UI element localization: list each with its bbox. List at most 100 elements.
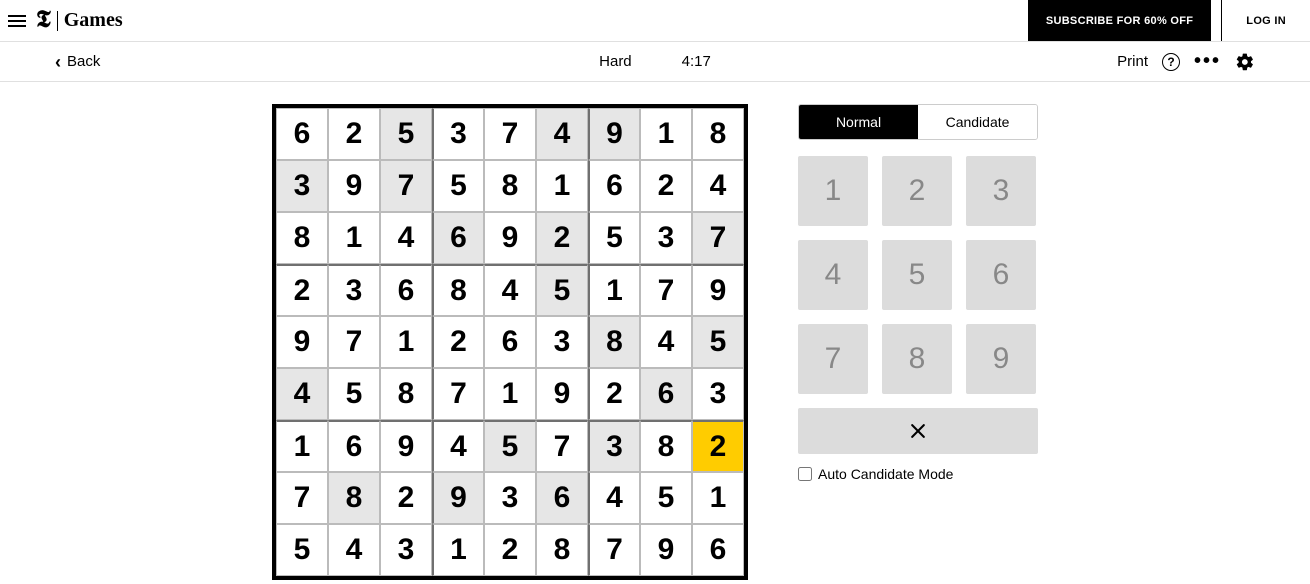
cell-5-4[interactable]: 1 xyxy=(484,368,536,420)
cell-0-4[interactable]: 7 xyxy=(484,108,536,160)
cell-7-2[interactable]: 2 xyxy=(380,472,432,524)
cell-3-2[interactable]: 6 xyxy=(380,264,432,316)
cell-0-8[interactable]: 8 xyxy=(692,108,744,160)
cell-8-0[interactable]: 5 xyxy=(276,524,328,576)
print-button[interactable]: Print xyxy=(1117,53,1148,70)
cell-6-1[interactable]: 6 xyxy=(328,420,380,472)
cell-4-0[interactable]: 9 xyxy=(276,316,328,368)
cell-2-0[interactable]: 8 xyxy=(276,212,328,264)
back-button[interactable]: ‹ Back xyxy=(55,53,100,71)
cell-3-1[interactable]: 3 xyxy=(328,264,380,316)
cell-4-1[interactable]: 7 xyxy=(328,316,380,368)
cell-1-7[interactable]: 2 xyxy=(640,160,692,212)
cell-8-8[interactable]: 6 xyxy=(692,524,744,576)
key-9[interactable]: 9 xyxy=(966,324,1036,394)
cell-7-5[interactable]: 6 xyxy=(536,472,588,524)
cell-8-1[interactable]: 4 xyxy=(328,524,380,576)
mode-normal-button[interactable]: Normal xyxy=(799,105,918,139)
key-7[interactable]: 7 xyxy=(798,324,868,394)
cell-8-3[interactable]: 1 xyxy=(432,524,484,576)
key-3[interactable]: 3 xyxy=(966,156,1036,226)
cell-7-4[interactable]: 3 xyxy=(484,472,536,524)
cell-7-0[interactable]: 7 xyxy=(276,472,328,524)
cell-2-2[interactable]: 4 xyxy=(380,212,432,264)
cell-6-4[interactable]: 5 xyxy=(484,420,536,472)
cell-2-8[interactable]: 7 xyxy=(692,212,744,264)
more-icon[interactable]: ••• xyxy=(1194,50,1221,73)
cell-2-7[interactable]: 3 xyxy=(640,212,692,264)
cell-7-8[interactable]: 1 xyxy=(692,472,744,524)
cell-1-5[interactable]: 1 xyxy=(536,160,588,212)
cell-0-6[interactable]: 9 xyxy=(588,108,640,160)
auto-candidate-row[interactable]: Auto Candidate Mode xyxy=(798,466,1038,482)
cell-1-8[interactable]: 4 xyxy=(692,160,744,212)
cell-0-1[interactable]: 2 xyxy=(328,108,380,160)
cell-0-0[interactable]: 6 xyxy=(276,108,328,160)
cell-0-7[interactable]: 1 xyxy=(640,108,692,160)
cell-0-3[interactable]: 3 xyxy=(432,108,484,160)
cell-4-3[interactable]: 2 xyxy=(432,316,484,368)
cell-8-7[interactable]: 9 xyxy=(640,524,692,576)
cell-6-3[interactable]: 4 xyxy=(432,420,484,472)
cell-5-6[interactable]: 2 xyxy=(588,368,640,420)
cell-6-2[interactable]: 9 xyxy=(380,420,432,472)
cell-1-0[interactable]: 3 xyxy=(276,160,328,212)
cell-2-6[interactable]: 5 xyxy=(588,212,640,264)
cell-7-6[interactable]: 4 xyxy=(588,472,640,524)
cell-8-5[interactable]: 8 xyxy=(536,524,588,576)
cell-3-6[interactable]: 1 xyxy=(588,264,640,316)
brand-logo[interactable]: 𝕿 Games xyxy=(36,7,123,34)
cell-1-4[interactable]: 8 xyxy=(484,160,536,212)
cell-5-0[interactable]: 4 xyxy=(276,368,328,420)
cell-5-7[interactable]: 6 xyxy=(640,368,692,420)
cell-5-5[interactable]: 9 xyxy=(536,368,588,420)
cell-4-5[interactable]: 3 xyxy=(536,316,588,368)
cell-4-6[interactable]: 8 xyxy=(588,316,640,368)
mode-candidate-button[interactable]: Candidate xyxy=(918,105,1037,139)
cell-7-1[interactable]: 8 xyxy=(328,472,380,524)
login-button[interactable]: LOG IN xyxy=(1221,0,1310,41)
cell-5-2[interactable]: 8 xyxy=(380,368,432,420)
key-6[interactable]: 6 xyxy=(966,240,1036,310)
hamburger-icon[interactable] xyxy=(8,12,26,30)
cell-2-4[interactable]: 9 xyxy=(484,212,536,264)
cell-8-6[interactable]: 7 xyxy=(588,524,640,576)
cell-5-3[interactable]: 7 xyxy=(432,368,484,420)
subscribe-button[interactable]: SUBSCRIBE FOR 60% OFF xyxy=(1028,0,1211,41)
help-icon[interactable]: ? xyxy=(1162,53,1180,71)
cell-7-7[interactable]: 5 xyxy=(640,472,692,524)
auto-candidate-checkbox[interactable] xyxy=(798,467,812,481)
cell-0-5[interactable]: 4 xyxy=(536,108,588,160)
erase-button[interactable] xyxy=(798,408,1038,454)
cell-6-8[interactable]: 2 xyxy=(692,420,744,472)
cell-2-3[interactable]: 6 xyxy=(432,212,484,264)
cell-0-2[interactable]: 5 xyxy=(380,108,432,160)
cell-4-7[interactable]: 4 xyxy=(640,316,692,368)
cell-5-1[interactable]: 5 xyxy=(328,368,380,420)
cell-3-3[interactable]: 8 xyxy=(432,264,484,316)
cell-2-1[interactable]: 1 xyxy=(328,212,380,264)
cell-1-1[interactable]: 9 xyxy=(328,160,380,212)
key-1[interactable]: 1 xyxy=(798,156,868,226)
cell-6-5[interactable]: 7 xyxy=(536,420,588,472)
cell-6-7[interactable]: 8 xyxy=(640,420,692,472)
cell-8-4[interactable]: 2 xyxy=(484,524,536,576)
cell-7-3[interactable]: 9 xyxy=(432,472,484,524)
cell-3-5[interactable]: 5 xyxy=(536,264,588,316)
cell-1-2[interactable]: 7 xyxy=(380,160,432,212)
key-8[interactable]: 8 xyxy=(882,324,952,394)
cell-4-8[interactable]: 5 xyxy=(692,316,744,368)
key-5[interactable]: 5 xyxy=(882,240,952,310)
key-2[interactable]: 2 xyxy=(882,156,952,226)
cell-6-6[interactable]: 3 xyxy=(588,420,640,472)
cell-3-4[interactable]: 4 xyxy=(484,264,536,316)
cell-1-6[interactable]: 6 xyxy=(588,160,640,212)
cell-3-0[interactable]: 2 xyxy=(276,264,328,316)
cell-4-2[interactable]: 1 xyxy=(380,316,432,368)
settings-icon[interactable] xyxy=(1235,52,1255,72)
cell-5-8[interactable]: 3 xyxy=(692,368,744,420)
cell-4-4[interactable]: 6 xyxy=(484,316,536,368)
cell-2-5[interactable]: 2 xyxy=(536,212,588,264)
cell-6-0[interactable]: 1 xyxy=(276,420,328,472)
key-4[interactable]: 4 xyxy=(798,240,868,310)
